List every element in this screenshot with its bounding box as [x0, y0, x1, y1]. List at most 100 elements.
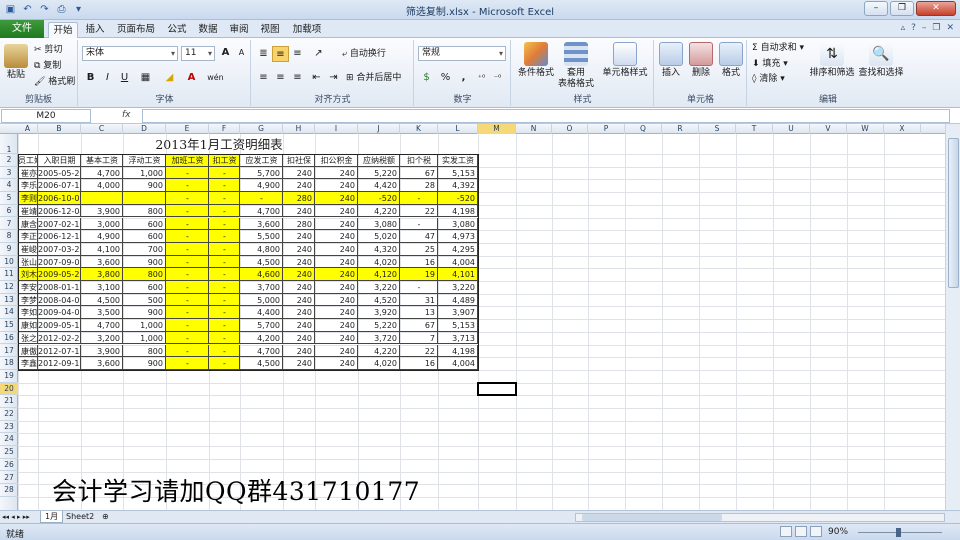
conditional-format-button[interactable]: 条件格式	[516, 42, 556, 79]
column-header[interactable]: A	[18, 124, 38, 134]
table-cell[interactable]: 4,101	[438, 268, 478, 281]
table-cell[interactable]: -	[209, 243, 240, 256]
column-header[interactable]: C	[81, 124, 123, 134]
table-cell[interactable]: 2005-05-20	[38, 167, 81, 180]
table-cell[interactable]: 500	[123, 294, 166, 307]
table-cell[interactable]: 1,000	[123, 332, 166, 345]
table-cell[interactable]: 李如波	[18, 306, 38, 319]
column-header[interactable]: H	[283, 124, 315, 134]
name-box[interactable]: M20	[1, 109, 91, 123]
table-cell[interactable]: 900	[123, 179, 166, 192]
align-bottom-icon[interactable]: ≡	[289, 46, 306, 62]
table-cell[interactable]: 4,900	[81, 230, 123, 243]
vertical-scrollbar[interactable]	[945, 124, 960, 510]
table-cell[interactable]	[123, 192, 166, 205]
table-cell[interactable]: 600	[123, 218, 166, 231]
column-header[interactable]: P	[588, 124, 625, 134]
table-cell[interactable]: 康傲珊	[18, 345, 38, 358]
column-header[interactable]: K	[400, 124, 438, 134]
table-cell[interactable]: 李梦琪	[18, 294, 38, 307]
table-cell[interactable]: 900	[123, 306, 166, 319]
table-cell[interactable]: 2012-02-26	[38, 332, 81, 345]
column-header[interactable]: N	[516, 124, 552, 134]
table-cell[interactable]: 4,392	[438, 179, 478, 192]
column-title-cell[interactable]: 基本工资	[81, 154, 123, 167]
table-cell[interactable]: -520	[438, 192, 478, 205]
table-cell[interactable]: 4,000	[81, 179, 123, 192]
merge-center-button[interactable]: ⊞ 合并后居中	[346, 72, 401, 84]
table-cell[interactable]: -	[166, 167, 209, 180]
table-cell[interactable]: -	[400, 192, 438, 205]
table-cell[interactable]: 4,100	[81, 243, 123, 256]
minimize-ribbon-icon[interactable]: ▵	[901, 23, 906, 33]
horizontal-scroll-thumb[interactable]	[582, 514, 722, 521]
table-cell[interactable]: 31	[400, 294, 438, 307]
table-cell[interactable]: -	[166, 179, 209, 192]
table-cell[interactable]: 240	[283, 268, 315, 281]
table-cell[interactable]: -	[166, 281, 209, 294]
sheet-nav-icon[interactable]: ◂◂ ◂ ▸ ▸▸	[2, 511, 30, 523]
vertical-scroll-thumb[interactable]	[948, 138, 959, 288]
table-cell[interactable]: 5,000	[240, 294, 283, 307]
row-header[interactable]: 8	[0, 230, 18, 243]
table-cell[interactable]: 240	[315, 281, 358, 294]
table-cell[interactable]: 800	[123, 205, 166, 218]
underline-button[interactable]: U	[116, 70, 133, 86]
table-cell[interactable]: 240	[283, 167, 315, 180]
table-cell[interactable]: 16	[400, 256, 438, 269]
table-cell[interactable]: -	[166, 306, 209, 319]
table-cell[interactable]: 240	[315, 319, 358, 332]
table-cell[interactable]: 240	[283, 243, 315, 256]
table-cell[interactable]: 3,600	[81, 357, 123, 370]
column-header[interactable]: X	[884, 124, 921, 134]
table-cell[interactable]: 240	[315, 205, 358, 218]
row-header[interactable]: 4	[0, 179, 18, 193]
cut-button[interactable]: ✂ 剪切	[34, 44, 62, 56]
column-header[interactable]: E	[166, 124, 209, 134]
find-select-button[interactable]: 🔍 查找和选择	[856, 42, 906, 79]
table-cell[interactable]: 2009-04-03	[38, 306, 81, 319]
horizontal-scrollbar[interactable]	[575, 513, 945, 522]
table-cell[interactable]: -	[400, 218, 438, 231]
column-title-cell[interactable]: 员工姓名	[18, 154, 38, 167]
table-cell[interactable]: 2012-09-19	[38, 357, 81, 370]
table-cell[interactable]: 2009-05-22	[38, 268, 81, 281]
table-cell[interactable]: 5,700	[240, 319, 283, 332]
table-cell[interactable]: 4,320	[358, 243, 400, 256]
row-header[interactable]: 19	[0, 370, 18, 383]
fill-color-icon[interactable]: ◢	[161, 70, 178, 86]
table-cell[interactable]: 4,220	[358, 205, 400, 218]
table-cell[interactable]: 67	[400, 167, 438, 180]
comma-button[interactable]: ,	[455, 70, 472, 86]
align-left-icon[interactable]: ≡	[255, 70, 272, 86]
table-cell[interactable]: -	[166, 205, 209, 218]
sort-filter-button[interactable]: ⇅ 排序和筛选	[808, 42, 856, 79]
table-cell[interactable]: 67	[400, 319, 438, 332]
table-cell[interactable]: 240	[315, 167, 358, 180]
table-cell[interactable]: 240	[283, 345, 315, 358]
table-cell[interactable]: 240	[283, 205, 315, 218]
table-cell[interactable]: 3,000	[81, 218, 123, 231]
window-restore-icon[interactable]: ❐	[932, 23, 940, 33]
table-cell[interactable]: 3,500	[81, 306, 123, 319]
table-cell[interactable]: -	[209, 357, 240, 370]
zoom-slider[interactable]	[858, 528, 942, 537]
formula-input[interactable]	[142, 109, 950, 123]
align-right-icon[interactable]: ≡	[289, 70, 306, 86]
table-cell[interactable]: 2006-12-15	[38, 230, 81, 243]
table-cell[interactable]: 240	[283, 319, 315, 332]
table-cell[interactable]: 4,600	[240, 268, 283, 281]
table-cell[interactable]: 4,973	[438, 230, 478, 243]
table-cell[interactable]: 4,004	[438, 256, 478, 269]
table-cell[interactable]: 5,220	[358, 167, 400, 180]
help-icon[interactable]: ?	[911, 23, 916, 33]
table-cell[interactable]: 1,000	[123, 167, 166, 180]
sheet-title[interactable]: 2013年1月工资明细表	[123, 137, 315, 153]
table-cell[interactable]: 4,700	[81, 319, 123, 332]
table-cell[interactable]: 4,420	[358, 179, 400, 192]
table-cell[interactable]: 22	[400, 345, 438, 358]
table-cell[interactable]: 4,200	[240, 332, 283, 345]
table-cell[interactable]: 900	[123, 357, 166, 370]
shrink-font-button[interactable]: A	[233, 45, 250, 61]
table-cell[interactable]: -	[166, 268, 209, 281]
